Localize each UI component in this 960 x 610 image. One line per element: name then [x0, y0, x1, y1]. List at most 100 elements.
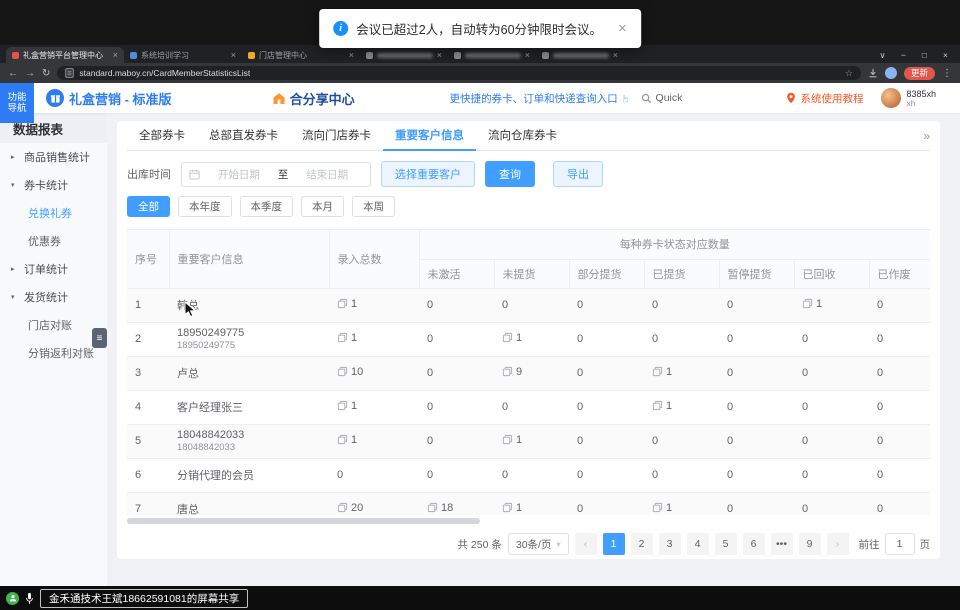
sidebar-item[interactable]: ▸订单统计	[0, 255, 107, 283]
back-icon[interactable]: ←	[8, 68, 18, 79]
sidebar-item-label: 订单统计	[24, 261, 68, 277]
browser-tab[interactable]: 门店管理中心×	[242, 47, 360, 63]
count-with-icon[interactable]: 18	[427, 502, 453, 514]
count-with-icon[interactable]: 20	[337, 502, 363, 514]
quick-filter-button[interactable]: 本周	[352, 196, 395, 217]
pagination: 共 250 条 30条/页 ▾ ‹123456•••9› 前往 1 页	[127, 533, 930, 555]
page-jump: 前往 1 页	[859, 533, 931, 555]
page-button[interactable]: 2	[631, 533, 653, 555]
horizontal-scrollbar[interactable]	[127, 518, 930, 524]
tab-search-icon[interactable]: ∨	[872, 50, 893, 61]
sidebar-item[interactable]: 优惠券	[0, 227, 107, 255]
count-with-icon[interactable]: 1	[337, 434, 357, 446]
address-bar[interactable]: standard.maboy.cn/CardMemberStatisticsLi…	[57, 66, 861, 80]
window-minimize-button[interactable]: −	[893, 50, 914, 60]
user-menu[interactable]: 8385xh xh	[881, 88, 936, 108]
customer-name: 18048842033	[177, 429, 321, 441]
scrollbar-thumb[interactable]	[127, 518, 480, 524]
sidebar-item-label: 分销返利对账	[28, 345, 94, 361]
page-info-icon[interactable]	[65, 68, 74, 78]
quick-filter-button[interactable]: 本季度	[240, 196, 294, 217]
quick-search[interactable]: Quick	[641, 92, 683, 104]
column-header: 录入总数	[329, 230, 419, 288]
screen-share-label: 金禾通技术王斌18662591081的屏幕共享	[40, 589, 248, 608]
content-tab[interactable]: 全部券卡	[127, 121, 197, 151]
jump-page-input[interactable]: 1	[885, 533, 915, 555]
count-with-icon[interactable]: 1	[802, 298, 822, 310]
window-close-button[interactable]: ×	[935, 50, 956, 60]
tab-title	[465, 53, 521, 58]
bookmark-star-icon[interactable]: ☆	[845, 68, 853, 79]
tab-close-icon[interactable]: ×	[613, 50, 618, 60]
tab-close-icon[interactable]: ×	[525, 50, 530, 60]
count-with-icon[interactable]: 10	[337, 366, 363, 378]
sidebar-item[interactable]: 门店对账	[0, 311, 107, 339]
pointer-hand-icon: ☞	[621, 94, 632, 103]
page-button[interactable]: 4	[687, 533, 709, 555]
content-tab[interactable]: 流向门店券卡	[290, 121, 383, 151]
page-button[interactable]: 5	[715, 533, 737, 555]
browser-tab[interactable]: ×	[536, 47, 624, 63]
sidebar-collapse-handle[interactable]: ≡	[92, 328, 107, 348]
sidebar-item[interactable]: ▾券卡统计	[0, 171, 107, 199]
content-tab[interactable]: 流向仓库券卡	[476, 121, 569, 151]
browser-menu-icon[interactable]: ⋮	[942, 68, 952, 79]
tab-close-icon[interactable]: ×	[113, 50, 118, 60]
tab-close-icon[interactable]: ×	[231, 50, 236, 60]
count-with-icon[interactable]: 9	[502, 366, 522, 378]
count-with-icon[interactable]: 1	[652, 502, 672, 514]
count-with-icon[interactable]: 1	[502, 332, 522, 344]
quick-filter-button[interactable]: 本年度	[178, 196, 232, 217]
content-tab[interactable]: 总部直发券卡	[197, 121, 290, 151]
tab-close-icon[interactable]: ×	[349, 50, 354, 60]
browser-update-button[interactable]: 更新	[904, 67, 935, 80]
reload-icon[interactable]: ↻	[42, 68, 50, 79]
quick-filter-button[interactable]: 全部	[127, 196, 170, 217]
tab-favicon-icon	[454, 52, 461, 59]
count-with-icon[interactable]: 1	[337, 298, 357, 310]
browser-tab[interactable]: ×	[360, 47, 448, 63]
tab-close-icon[interactable]: ×	[437, 50, 442, 60]
page-button[interactable]: 3	[659, 533, 681, 555]
count-with-icon[interactable]: 1	[337, 400, 357, 412]
prev-page-button[interactable]: ‹	[575, 533, 597, 555]
export-button[interactable]: 导出	[553, 161, 603, 187]
sidebar-item[interactable]: ▸商品销售统计	[0, 143, 107, 171]
count-with-icon[interactable]: 1	[502, 434, 522, 446]
count-with-icon[interactable]: 1	[652, 366, 672, 378]
page-button[interactable]: 9	[799, 533, 821, 555]
window-maximize-button[interactable]: □	[914, 50, 935, 60]
count-with-icon[interactable]: 1	[337, 332, 357, 344]
expand-panel-icon[interactable]: »	[923, 129, 930, 143]
count-value: 1	[666, 502, 672, 514]
date-range-picker[interactable]: 开始日期 至 结束日期	[181, 162, 371, 187]
quick-entry-tip[interactable]: 更快捷的券卡、订单和快递查询入口 ☞	[450, 91, 631, 106]
browser-tab[interactable]: ×	[448, 47, 536, 63]
sidebar-item[interactable]: 分销返利对账	[0, 339, 107, 367]
sidebar-item[interactable]: 兑换礼券	[0, 199, 107, 227]
browser-tab[interactable]: 系统培训学习×	[124, 47, 242, 63]
screen-share-bar: 金禾通技术王斌18662591081的屏幕共享	[0, 586, 960, 610]
more-pages-button[interactable]: •••	[771, 533, 793, 555]
browser-profile-avatar[interactable]	[885, 67, 897, 79]
select-customer-button[interactable]: 选择重要客户	[381, 161, 475, 187]
forward-icon[interactable]: →	[25, 68, 35, 79]
quick-filter-button[interactable]: 本月	[301, 196, 344, 217]
sidebar-item[interactable]: ▾发货统计	[0, 283, 107, 311]
count-with-icon[interactable]: 1	[652, 400, 672, 412]
count-with-icon[interactable]: 1	[502, 502, 522, 514]
share-center-link[interactable]: 合分享中心	[272, 89, 355, 108]
page-button[interactable]: 6	[743, 533, 765, 555]
browser-tab[interactable]: 礼盒营销平台管理中心×	[6, 47, 124, 63]
content-tab[interactable]: 重要客户信息	[383, 121, 476, 151]
cell-total: 10	[329, 356, 419, 390]
cell-total: 1	[329, 322, 419, 356]
toast-close-icon[interactable]: ×	[618, 20, 627, 37]
nav-toggle-button[interactable]: 功能 导航	[0, 83, 34, 123]
download-icon[interactable]	[868, 68, 878, 78]
page-button[interactable]: 1	[603, 533, 625, 555]
page-size-select[interactable]: 30条/页 ▾	[508, 533, 569, 555]
query-button[interactable]: 查询	[485, 161, 535, 187]
next-page-button[interactable]: ›	[827, 533, 849, 555]
tutorial-link[interactable]: 系统使用教程	[786, 91, 863, 106]
